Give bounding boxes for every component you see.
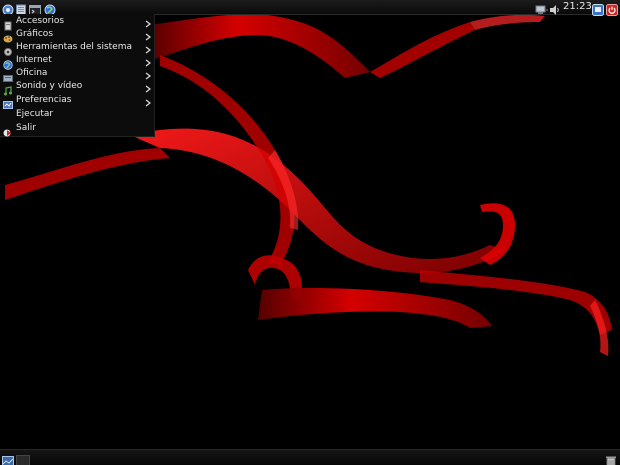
menu-item-label: Gráficos [16, 29, 54, 39]
top-panel: 21:23 [0, 0, 620, 16]
accessories-icon [3, 16, 13, 31]
menu-item-label: Internet [16, 55, 52, 65]
internet-icon [3, 55, 13, 70]
system-tools-icon [3, 42, 13, 56]
menu-item-accesorios[interactable]: Accesorios [0, 15, 154, 31]
terminal-icon[interactable] [29, 1, 41, 15]
web-browser-icon[interactable] [44, 1, 56, 16]
chevron-right-icon [144, 41, 152, 54]
application-menu-icon[interactable] [2, 1, 14, 16]
chevron-right-icon [144, 67, 152, 80]
preferences-icon [3, 95, 13, 109]
menu-item-label: Ejecutar [16, 109, 54, 119]
trash-icon[interactable] [605, 452, 617, 465]
workspace-switcher-icon[interactable] [16, 452, 30, 465]
chevron-right-icon [144, 28, 152, 41]
volume-icon[interactable] [549, 1, 561, 15]
logout-icon [3, 123, 13, 137]
menu-item-sonido-y-video[interactable]: Sonido y vídeo [0, 80, 154, 96]
chevron-right-icon [144, 80, 152, 93]
desktop: 21:23 Accesorios Gráficos Herramientas d… [0, 0, 620, 465]
sound-video-icon [3, 81, 13, 96]
menu-item-internet[interactable]: Internet [0, 54, 154, 70]
file-manager-icon[interactable] [15, 1, 27, 16]
menu-item-label: Oficina [16, 68, 48, 78]
network-icon[interactable] [535, 1, 548, 14]
chevron-right-icon [144, 15, 152, 28]
application-menu: Accesorios Gráficos Herramientas del sis… [0, 14, 155, 137]
menu-item-label: Accesorios [16, 16, 65, 26]
menu-item-oficina[interactable]: Oficina [0, 67, 154, 82]
graphics-icon [3, 29, 13, 43]
menu-item-label: Preferencias [16, 95, 72, 105]
menu-item-label: Herramientas del sistema [16, 42, 133, 52]
menu-item-graficos[interactable]: Gráficos [0, 28, 154, 43]
menu-item-label: Salir [16, 123, 36, 133]
chevron-right-icon [144, 54, 152, 67]
menu-item-salir[interactable]: Salir [0, 122, 154, 137]
menu-item-preferencias[interactable]: Preferencias [0, 94, 154, 109]
clock[interactable]: 21:23 [563, 0, 592, 14]
menu-item-herramientas-del-sistema[interactable]: Herramientas del sistema [0, 41, 154, 56]
bottom-panel [0, 449, 620, 465]
menu-item-ejecutar[interactable]: Ejecutar [0, 108, 154, 120]
show-desktop-icon[interactable] [2, 452, 14, 465]
office-icon [3, 68, 13, 82]
chevron-right-icon [144, 94, 152, 107]
screen-lock-icon[interactable] [592, 1, 604, 16]
power-icon[interactable] [606, 1, 618, 16]
menu-item-label: Sonido y vídeo [16, 81, 83, 91]
